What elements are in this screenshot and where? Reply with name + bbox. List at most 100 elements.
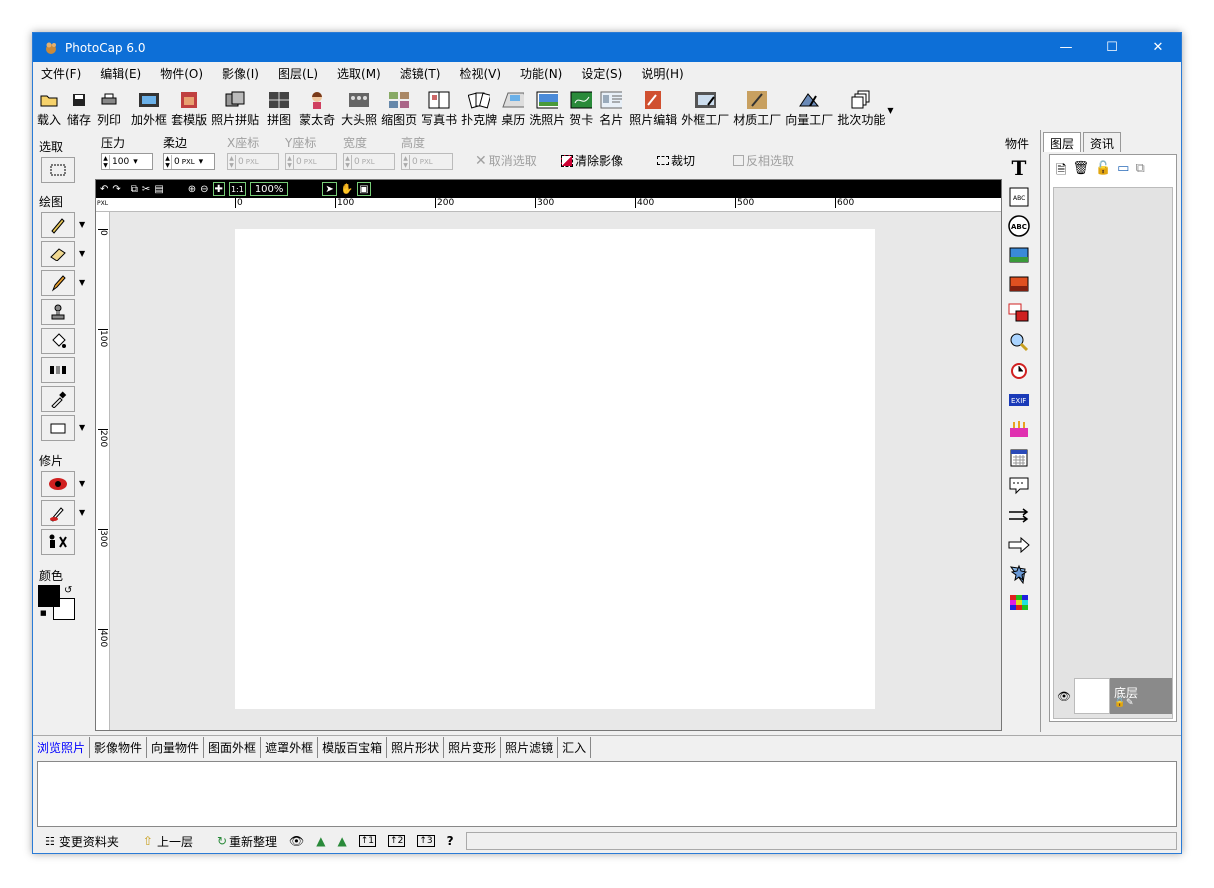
x-coord-input[interactable]: ▲ ▼ 0 PXL bbox=[227, 153, 279, 170]
width-input[interactable]: ▲ ▼ 0 PXL bbox=[343, 153, 395, 170]
toolbar-businesscard-button[interactable]: 名片 bbox=[599, 84, 623, 130]
tab-image-objects[interactable]: 影像物件 bbox=[90, 737, 148, 758]
magnifier-object-icon[interactable] bbox=[1008, 331, 1030, 353]
zoom-out-icon[interactable]: ⊖ bbox=[200, 182, 208, 196]
height-input[interactable]: ▲ ▼ 0 PXL bbox=[401, 153, 453, 170]
tab-photo-filters[interactable]: 照片滤镜 bbox=[501, 737, 559, 758]
text-box-object-icon[interactable]: ABC bbox=[1008, 186, 1030, 208]
toolbar-printphoto-button[interactable]: 洗照片 bbox=[529, 84, 565, 130]
toolbar-frame-button[interactable]: 加外框 bbox=[131, 84, 167, 130]
eye-view-icon[interactable]: 👁 bbox=[289, 834, 304, 848]
brush-tool[interactable] bbox=[41, 212, 75, 238]
shape-dropdown-icon[interactable]: ▼ bbox=[79, 423, 85, 432]
toolbar-overflow-arrow-icon[interactable]: ▼ bbox=[887, 106, 893, 115]
menu-layer[interactable]: 图层(L) bbox=[270, 65, 326, 82]
toolbar-poker-button[interactable]: 扑克牌 bbox=[461, 84, 497, 130]
tab-layers[interactable]: 图层 bbox=[1043, 132, 1082, 152]
toolbar-framefactory-button[interactable]: 外框工厂 bbox=[681, 84, 729, 130]
delete-layer-icon[interactable]: 🗑 bbox=[1072, 161, 1089, 183]
crop-button[interactable]: 裁切 bbox=[657, 152, 695, 169]
swap-colors-icon[interactable]: ↺ bbox=[64, 585, 72, 596]
toolbar-batch-button[interactable]: 批次功能 bbox=[837, 84, 885, 130]
eraser-dropdown-icon[interactable]: ▼ bbox=[79, 249, 85, 258]
menu-filter[interactable]: 滤镜(T) bbox=[392, 65, 449, 82]
image-object-icon[interactable] bbox=[1008, 244, 1030, 266]
fit-window-icon[interactable]: ✚ bbox=[212, 182, 225, 196]
up-level-button[interactable]: ⇧ 上一层 bbox=[143, 833, 193, 850]
maximize-icon[interactable]: ☐ bbox=[1089, 33, 1135, 62]
toolbar-photoedit-button[interactable]: 照片编辑 bbox=[629, 84, 677, 130]
red-eye-dropdown-icon[interactable]: ▼ bbox=[79, 479, 85, 488]
rotate-left-icon[interactable]: ▲ bbox=[316, 834, 325, 848]
tab-template-box[interactable]: 模版百宝箱 bbox=[318, 737, 388, 758]
sort-3-icon[interactable]: ↑3 bbox=[417, 835, 435, 847]
cake-object-icon[interactable] bbox=[1008, 418, 1030, 440]
change-folder-button[interactable]: ☷ 变更资料夹 bbox=[45, 833, 119, 850]
zoom-in-icon[interactable]: ⊕ bbox=[188, 182, 196, 196]
star-shape-object-icon[interactable] bbox=[1008, 563, 1030, 585]
clone-people-tool[interactable] bbox=[41, 529, 75, 555]
toolbar-calendar-button[interactable]: 桌历 bbox=[501, 84, 525, 130]
lock-layer-icon[interactable]: 🔓 bbox=[1095, 161, 1111, 183]
menu-help[interactable]: 说明(H) bbox=[633, 65, 691, 82]
brush-dropdown-icon[interactable]: ▼ bbox=[79, 220, 85, 229]
calendar-object-icon[interactable] bbox=[1008, 447, 1030, 469]
toolbar-print-button[interactable]: 列印 bbox=[97, 84, 121, 130]
redo-icon[interactable]: ↷ bbox=[112, 182, 120, 196]
pointer-icon[interactable]: ➤ bbox=[322, 182, 337, 196]
layer-image-icon[interactable]: ▭ bbox=[1117, 161, 1129, 183]
toolbar-idphoto-button[interactable]: 大头照 bbox=[341, 84, 377, 130]
toolbar-load-button[interactable]: 载入 bbox=[37, 84, 61, 130]
menu-image[interactable]: 影像(I) bbox=[214, 65, 267, 82]
toolbar-photobook-button[interactable]: 写真书 bbox=[421, 84, 457, 130]
menu-select[interactable]: 选取(M) bbox=[329, 65, 389, 82]
pressure-dropdown-icon[interactable]: ▾ bbox=[133, 157, 138, 167]
sunset-image-object-icon[interactable] bbox=[1008, 273, 1030, 295]
menu-edit[interactable]: 编辑(E) bbox=[92, 65, 149, 82]
menu-file[interactable]: 文件(F) bbox=[33, 65, 89, 82]
line-arrows-object-icon[interactable] bbox=[1008, 505, 1030, 527]
toolbar-vectorfactory-button[interactable]: 向量工厂 bbox=[785, 84, 833, 130]
undo-icon[interactable]: ↶ bbox=[100, 182, 108, 196]
new-layer-icon[interactable]: 🗎 bbox=[1056, 161, 1066, 183]
menu-function[interactable]: 功能(N) bbox=[512, 65, 570, 82]
text-object-icon[interactable]: T bbox=[1008, 156, 1030, 180]
copy-icon[interactable]: ⧉ bbox=[131, 182, 138, 196]
exif-object-icon[interactable]: EXIF bbox=[1008, 389, 1030, 411]
toolbar-montage-button[interactable]: 蒙太奇 bbox=[299, 84, 335, 130]
tab-info[interactable]: 资讯 bbox=[1083, 132, 1122, 152]
tab-import[interactable]: 汇入 bbox=[558, 737, 592, 758]
cut-icon[interactable]: ✂ bbox=[142, 182, 150, 196]
paste-icon[interactable]: ▤ bbox=[154, 182, 163, 196]
tab-browse-photos[interactable]: 浏览照片 bbox=[33, 737, 91, 758]
tab-photo-deform[interactable]: 照片变形 bbox=[444, 737, 502, 758]
gradient-tool[interactable] bbox=[41, 357, 75, 383]
pencil-tool[interactable] bbox=[41, 270, 75, 296]
clear-image-button[interactable]: 清除影像 bbox=[561, 152, 623, 169]
stamp-tool[interactable] bbox=[41, 299, 75, 325]
layered-frame-object-icon[interactable] bbox=[1008, 302, 1030, 324]
menu-view[interactable]: 检视(V) bbox=[451, 65, 509, 82]
rect-select-tool[interactable] bbox=[41, 157, 75, 183]
toolbar-texturefactory-button[interactable]: 材质工厂 bbox=[733, 84, 781, 130]
tab-mask-frames[interactable]: 遮罩外框 bbox=[261, 737, 319, 758]
tab-canvas-frames[interactable]: 图面外框 bbox=[204, 737, 262, 758]
retouch-brush-dropdown-icon[interactable]: ▼ bbox=[79, 508, 85, 517]
soft-edge-dropdown-icon[interactable]: ▾ bbox=[199, 157, 204, 167]
speech-bubble-object-icon[interactable] bbox=[1008, 476, 1030, 498]
layer-row-base[interactable]: 👁 底层 🔒 ✎ bbox=[1054, 678, 1172, 714]
toolbar-template-button[interactable]: 套模版 bbox=[171, 84, 207, 130]
photo-browser-area[interactable] bbox=[37, 761, 1177, 827]
menu-object[interactable]: 物件(O) bbox=[152, 65, 211, 82]
menu-settings[interactable]: 设定(S) bbox=[573, 65, 630, 82]
help-button[interactable]: ? bbox=[447, 834, 454, 848]
toolbar-collage-button[interactable]: 照片拼贴 bbox=[211, 84, 259, 130]
y-coord-input[interactable]: ▲ ▼ 0 PXL bbox=[285, 153, 337, 170]
sort-1-icon[interactable]: ↑1 bbox=[358, 835, 377, 847]
sort-2-icon[interactable]: ↑2 bbox=[388, 835, 406, 847]
minimize-icon[interactable]: — bbox=[1043, 33, 1089, 62]
eraser-tool[interactable] bbox=[41, 241, 75, 267]
tab-vector-objects[interactable]: 向量物件 bbox=[147, 737, 205, 758]
cancel-selection-button[interactable]: ✕ 取消选取 bbox=[475, 152, 537, 169]
tab-photo-shapes[interactable]: 照片形状 bbox=[387, 737, 445, 758]
